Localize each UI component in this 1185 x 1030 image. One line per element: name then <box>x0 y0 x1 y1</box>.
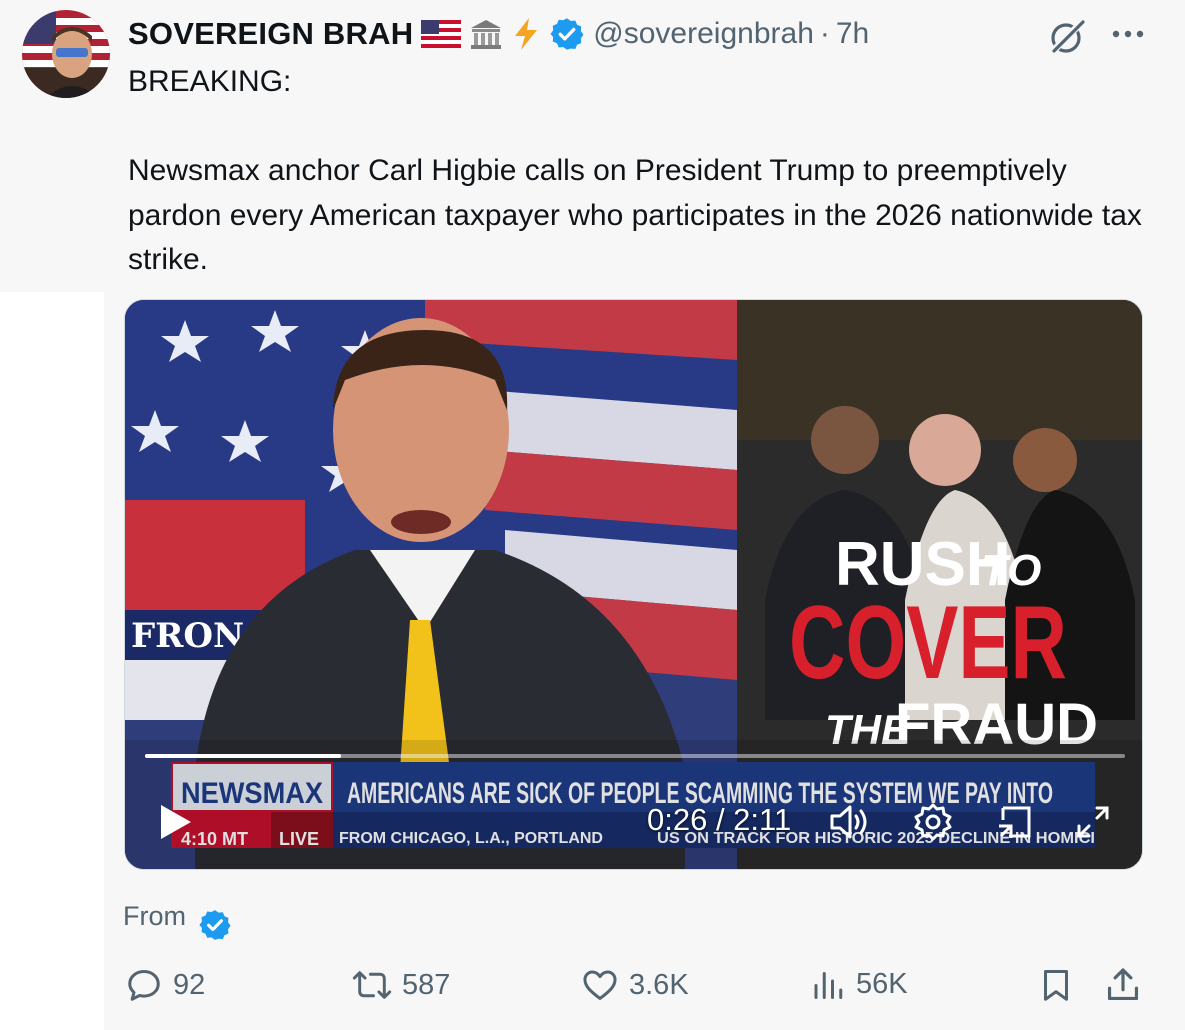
video-player[interactable]: FRON RUSH TO COVER THE FRAUD NEWSMAX AME… <box>124 299 1143 870</box>
avatar[interactable] <box>22 10 110 98</box>
picture-in-picture-icon[interactable] <box>993 800 1037 844</box>
video-frame: FRON RUSH TO COVER THE FRAUD NEWSMAX AME… <box>125 300 1142 869</box>
grok-icon[interactable] <box>1046 14 1090 58</box>
volume-icon[interactable] <box>828 800 872 844</box>
us-flag-icon <box>421 20 462 48</box>
tweet-text: BREAKING: Newsmax anchor Carl Higbie cal… <box>128 65 1142 276</box>
repost-button[interactable]: 587 <box>352 966 450 1004</box>
tweet-action-bar: 92 587 3.6K 56K <box>0 960 1185 1014</box>
more-options-icon[interactable] <box>1106 14 1150 54</box>
views-button[interactable]: 56K <box>810 966 908 1002</box>
analytics-icon <box>814 972 843 999</box>
lightning-icon <box>511 17 541 51</box>
like-button[interactable]: 3.6K <box>581 966 689 1004</box>
repost-count: 587 <box>402 968 451 1001</box>
share-button[interactable] <box>1104 966 1142 1004</box>
author-display-name[interactable]: SOVEREIGN BRAH <box>128 16 413 52</box>
play-icon[interactable] <box>155 802 195 842</box>
verified-badge-icon[interactable] <box>549 16 585 52</box>
graphic-cover-text: COVER <box>789 585 1067 701</box>
from-label: From <box>123 900 186 931</box>
reply-icon <box>128 970 160 1001</box>
bookmark-button[interactable] <box>1038 966 1074 1004</box>
studio-sign-text: FRON <box>131 616 244 656</box>
tweet-author-row: SOVEREIGN BRAH @sovereignbrah · 7h <box>128 14 869 54</box>
view-count: 56K <box>856 967 908 1000</box>
bookmark-icon <box>1044 970 1068 1001</box>
fullscreen-icon[interactable] <box>1071 800 1115 844</box>
source-attribution: From <box>123 890 232 942</box>
video-progress-bar[interactable] <box>145 754 1125 758</box>
separator-dot: · <box>819 17 830 50</box>
author-handle[interactable]: @sovereignbrah <box>593 17 814 51</box>
settings-gear-icon[interactable] <box>911 800 955 844</box>
verified-badge-icon[interactable] <box>198 908 232 942</box>
video-progress-fill <box>145 754 341 758</box>
reply-button[interactable]: 92 <box>125 966 205 1004</box>
video-time-readout: 0:26 / 2:11 <box>647 802 792 837</box>
share-icon <box>1107 968 1139 1001</box>
like-count: 3.6K <box>629 968 689 1001</box>
reply-count: 92 <box>173 968 206 1001</box>
heart-icon <box>583 970 617 1000</box>
tweet-timestamp[interactable]: 7h <box>836 17 869 51</box>
repost-icon <box>352 971 392 999</box>
classical-building-icon <box>469 18 503 50</box>
